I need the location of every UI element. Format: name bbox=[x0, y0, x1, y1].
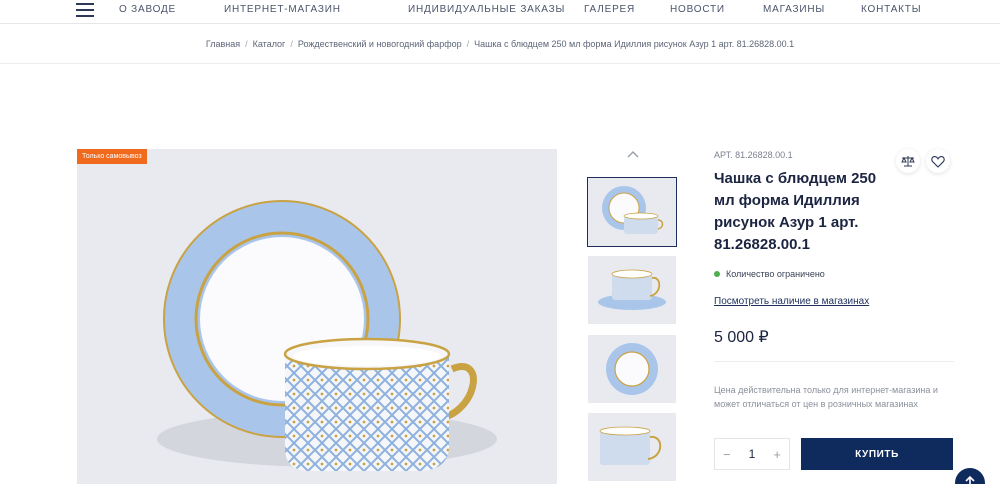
breadcrumb-separator: / bbox=[245, 38, 248, 49]
pickup-only-badge: Только самовывоз bbox=[77, 149, 147, 164]
nav-item-custom-orders[interactable]: ИНДИВИДУАЛЬНЫЕ ЗАКАЗЫ bbox=[408, 4, 565, 15]
product-price: 5 000 ₽ bbox=[714, 329, 769, 346]
thumbnail-4[interactable] bbox=[588, 413, 676, 481]
nav-item-contacts[interactable]: КОНТАКТЫ bbox=[861, 4, 921, 15]
breadcrumb-separator: / bbox=[290, 38, 293, 49]
check-availability-link[interactable]: Посмотреть наличие в магазинах bbox=[714, 296, 869, 307]
favorite-button[interactable] bbox=[926, 149, 950, 173]
stock-status-text: Количество ограничено bbox=[726, 269, 825, 279]
quantity-decrease-button[interactable]: − bbox=[723, 447, 731, 462]
thumbnail-image bbox=[598, 269, 666, 310]
thumbnail-3[interactable] bbox=[588, 335, 676, 403]
nav-item-gallery[interactable]: ГАЛЕРЕЯ bbox=[584, 4, 635, 15]
chevron-up-icon[interactable] bbox=[626, 147, 640, 159]
product-sku: АРТ. 81.26828.00.1 bbox=[714, 150, 793, 160]
product-title: Чашка с блюдцем 250 мл форма Идиллия рис… bbox=[714, 170, 877, 253]
thumbnail-image bbox=[602, 186, 664, 234]
hamburger-icon[interactable] bbox=[76, 3, 94, 17]
breadcrumb: Главная / Каталог / Рождественский и нов… bbox=[0, 24, 1000, 64]
top-navigation: О ЗАВОДЕ ИНТЕРНЕТ-МАГАЗИН ИНДИВИДУАЛЬНЫЕ… bbox=[0, 0, 1000, 24]
scales-icon bbox=[901, 156, 915, 167]
buy-button[interactable]: КУПИТЬ bbox=[801, 438, 953, 470]
nav-item-shop[interactable]: ИНТЕРНЕТ-МАГАЗИН bbox=[224, 4, 341, 15]
breadcrumb-catalog[interactable]: Каталог bbox=[253, 39, 286, 49]
thumbnail-2[interactable] bbox=[588, 256, 676, 324]
nav-item-about[interactable]: О ЗАВОДЕ bbox=[119, 4, 176, 15]
quantity-increase-button[interactable]: + bbox=[773, 447, 781, 462]
divider bbox=[714, 361, 954, 362]
breadcrumb-home[interactable]: Главная bbox=[206, 39, 240, 49]
quantity-stepper: − + bbox=[714, 438, 790, 470]
price-note: Цена действительна только для интернет-м… bbox=[714, 385, 938, 409]
product-main-image[interactable]: Только самовывоз bbox=[77, 149, 557, 484]
breadcrumb-separator: / bbox=[466, 38, 470, 49]
nav-item-news[interactable]: НОВОСТИ bbox=[670, 4, 725, 15]
breadcrumb-category[interactable]: Рождественский и новогодний фарфор bbox=[298, 39, 462, 49]
arrow-up-icon bbox=[965, 475, 975, 484]
compare-button[interactable] bbox=[896, 149, 920, 173]
thumbnail-1[interactable] bbox=[587, 177, 677, 247]
breadcrumb-current: Чашка с блюдцем 250 мл форма Идиллия рис… bbox=[474, 38, 795, 49]
scroll-to-top-button[interactable] bbox=[955, 468, 985, 484]
quantity-input[interactable] bbox=[740, 447, 764, 461]
cup-and-saucer-illustration bbox=[157, 200, 497, 471]
stock-dot-icon bbox=[714, 271, 720, 277]
stock-status: Количество ограничено bbox=[714, 269, 825, 279]
heart-icon bbox=[931, 155, 945, 168]
thumbnail-image bbox=[599, 426, 662, 465]
thumbnail-image bbox=[606, 343, 658, 395]
nav-item-stores[interactable]: МАГАЗИНЫ bbox=[763, 4, 825, 15]
